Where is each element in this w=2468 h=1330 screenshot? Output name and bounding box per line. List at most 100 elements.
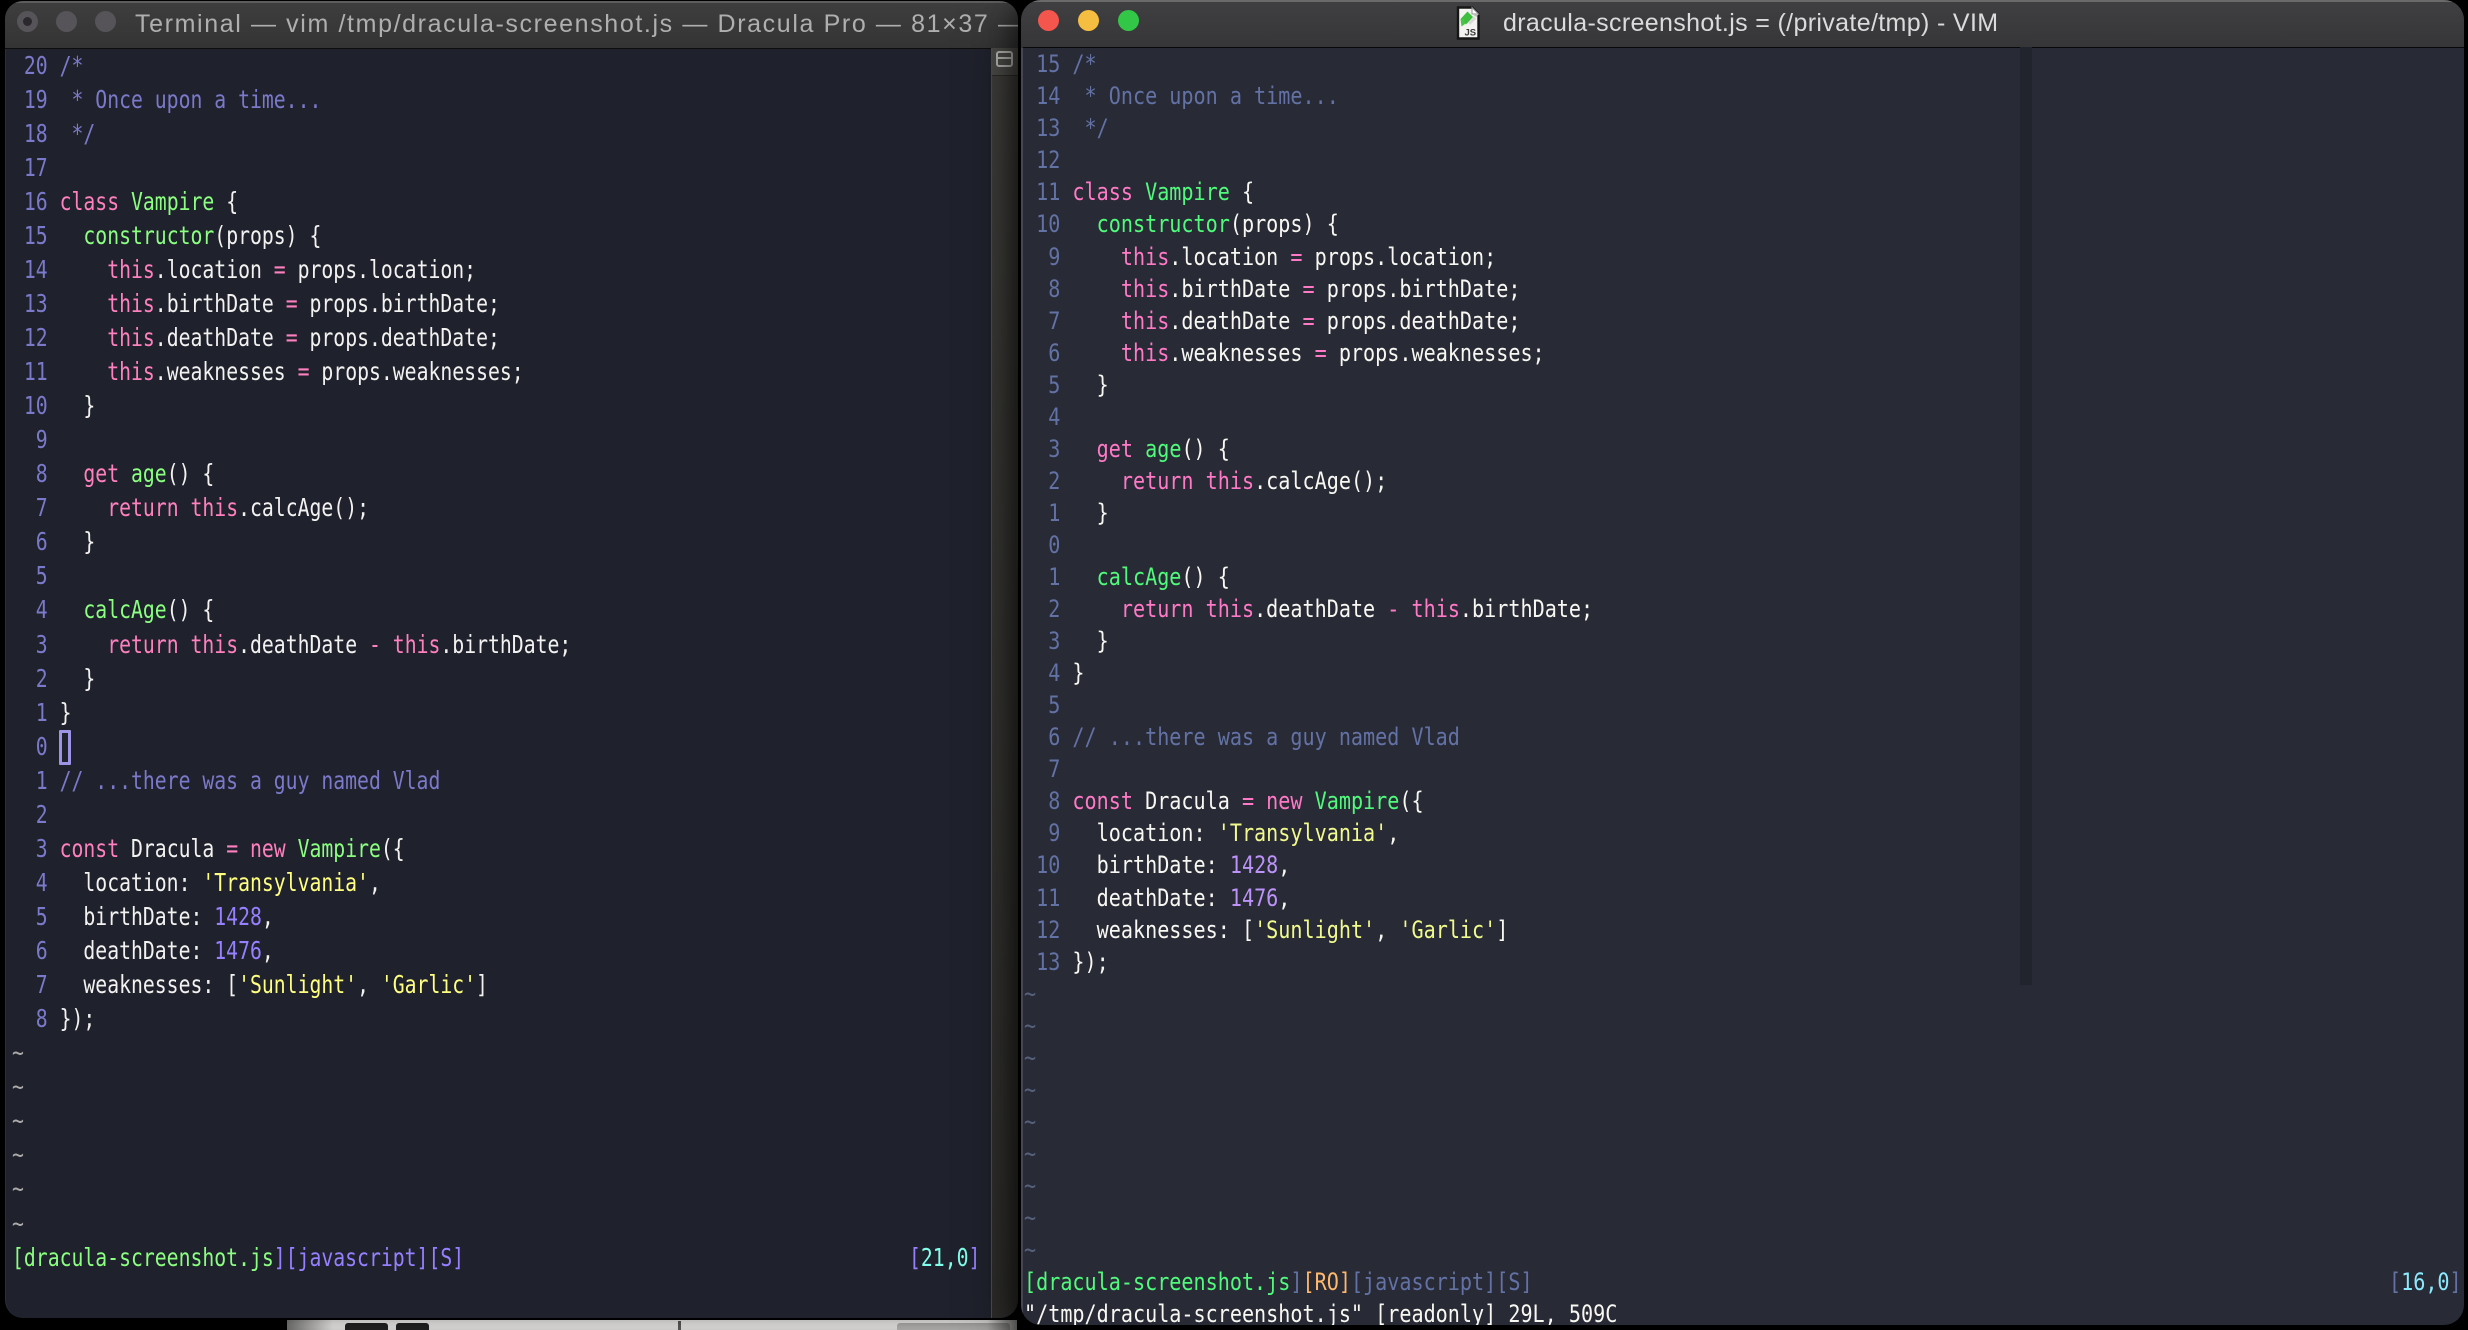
code-span-g: Vampire [131,186,215,216]
code-line: 8 const Dracula = new Vampire({ [1024,785,1424,817]
code-span-p: = [1241,787,1255,816]
code-span-p: const [59,833,120,863]
zoom-button[interactable] [1117,10,1139,31]
minimize-button[interactable] [1077,10,1099,31]
code-span-l: 2 [1024,595,1073,624]
code-span-f: } [59,697,72,727]
code-span-f: } [1072,370,1109,399]
code-span-y: 'Garlic' [380,970,477,1000]
split-pane-button[interactable] [992,48,1018,76]
terminal-content[interactable]: 20 /* 19 * Once upon a time... 18 */ 17 … [5,48,1018,1318]
code-line: 13 */ [1024,112,1109,144]
tilde-line: ~ [12,1104,24,1138]
code-span-l: 14 [12,254,60,284]
code-span-t: ~ [12,1038,24,1068]
code-line: 3 get age() { [1024,433,1230,465]
code-span-p: this [1120,306,1170,335]
code-line: 3 const Dracula = new Vampire({ [12,832,405,866]
code-span-g: constructor [1096,210,1230,239]
js-document-icon: JS [1456,6,1480,40]
code-span-f: deathDate: [59,936,215,966]
code-line: 9 location: 'Transylvania', [1024,817,1399,849]
code-line: 16 class Vampire { [12,185,238,219]
code-line: 14 * Once upon a time... [1024,80,1339,112]
macvim-titlebar[interactable]: JS dracula-screenshot.js = (/private/tmp… [1021,0,2464,48]
code-span-f: birthDate: [1072,851,1230,880]
code-span-l: 11 [1024,178,1073,207]
close-button[interactable] [17,11,38,32]
code-span-f: Dracula [1132,787,1242,816]
code-span-f [1133,178,1145,206]
code-span-l: 5 [1024,370,1073,399]
code-span-p: = [285,322,298,352]
terminal-scrollbar[interactable] [991,48,1018,1318]
code-line: 2 [12,798,60,832]
code-span-p: class [59,186,120,216]
code-line: 4 } [1024,657,1084,689]
code-span-l: 13 [1024,947,1073,976]
code-span-p: - [1387,595,1400,624]
tilde-line: ~ [1024,978,1036,1010]
code-span-m: [ [2389,1268,2402,1297]
code-span-t: ~ [1024,1011,1037,1040]
code-span-m: */ [59,118,96,148]
background-window-strip [287,1320,1017,1330]
code-span-l: 11 [1024,883,1073,912]
code-span-p: = [1314,338,1327,367]
code-line: 10 birthDate: 1428, [1024,849,1290,881]
code-span-f [381,630,393,659]
code-span-u: ][javascript][S] [273,1242,465,1272]
window-edge-highlight [1021,47,1023,1325]
code-span-o: [RO] [1302,1268,1351,1297]
minimize-button[interactable] [56,11,77,32]
code-span-t: ~ [12,1106,24,1136]
code-span-p: this [1120,274,1170,303]
code-span-l: 4 [12,595,60,625]
code-span-f [286,834,298,863]
macvim-scrollbar-strip[interactable] [2020,47,2032,985]
code-span-p: this [1411,595,1460,624]
code-span-y: 'Transylvania' [202,867,369,897]
macvim-window-title: dracula-screenshot.js = (/private/tmp) -… [1503,9,1999,37]
code-span-l: 7 [1024,306,1073,335]
code-line: 11 this.weaknesses = props.weaknesses; [12,355,524,389]
tilde-line: ~ [1024,1074,1036,1106]
code-line: 15 /* [1024,48,1097,80]
code-span-p: class [1072,178,1133,207]
code-span-f: .location [154,254,274,284]
code-span-t: ~ [12,1072,24,1102]
code-span-f [1194,595,1206,623]
code-span-m: /* [59,50,84,80]
code-span-p: = [226,833,239,863]
code-span-p: return [107,629,179,659]
code-span-l: 1 [1024,563,1073,591]
close-button[interactable] [1037,10,1059,31]
tilde-line: ~ [1024,1042,1036,1074]
zoom-button[interactable] [95,11,116,32]
code-line: 6 deathDate: 1476, [12,934,274,968]
code-span-f: ] [476,970,488,1000]
macvim-content[interactable]: 15 /* 14 * Once upon a time... 13 */ 12 … [1021,47,2464,1325]
code-span-l: 12 [1024,146,1073,175]
vim-cursor-unfocused [59,730,71,765]
code-span-f: () { [166,595,215,625]
code-span-l: 8 [12,1004,60,1034]
code-span-f: props.birthDate; [297,288,500,318]
code-span-p: this [107,357,155,387]
code-span-f: .deathDate [1169,306,1303,335]
code-span-f [1399,595,1411,623]
code-span-l: 0 [1024,530,1073,559]
code-span-f [119,459,131,488]
code-span-f: () { [1181,434,1230,463]
code-span-f: ({ [1399,787,1424,816]
background-glyph-fragment [396,1323,429,1330]
code-span-g: age [131,459,167,489]
code-span-u: 1428 [1229,851,1279,880]
terminal-titlebar[interactable]: Terminal — vim /tmp/dracula-screenshot.j… [5,1,1018,49]
code-line: 12 [1024,144,1072,176]
code-span-p: this [190,493,239,523]
code-span-m: ] [1290,1268,1303,1297]
code-span-f: , [368,867,381,897]
code-span-l: 13 [1024,114,1073,143]
code-span-g: [dracula-screenshot.js [12,1242,274,1272]
